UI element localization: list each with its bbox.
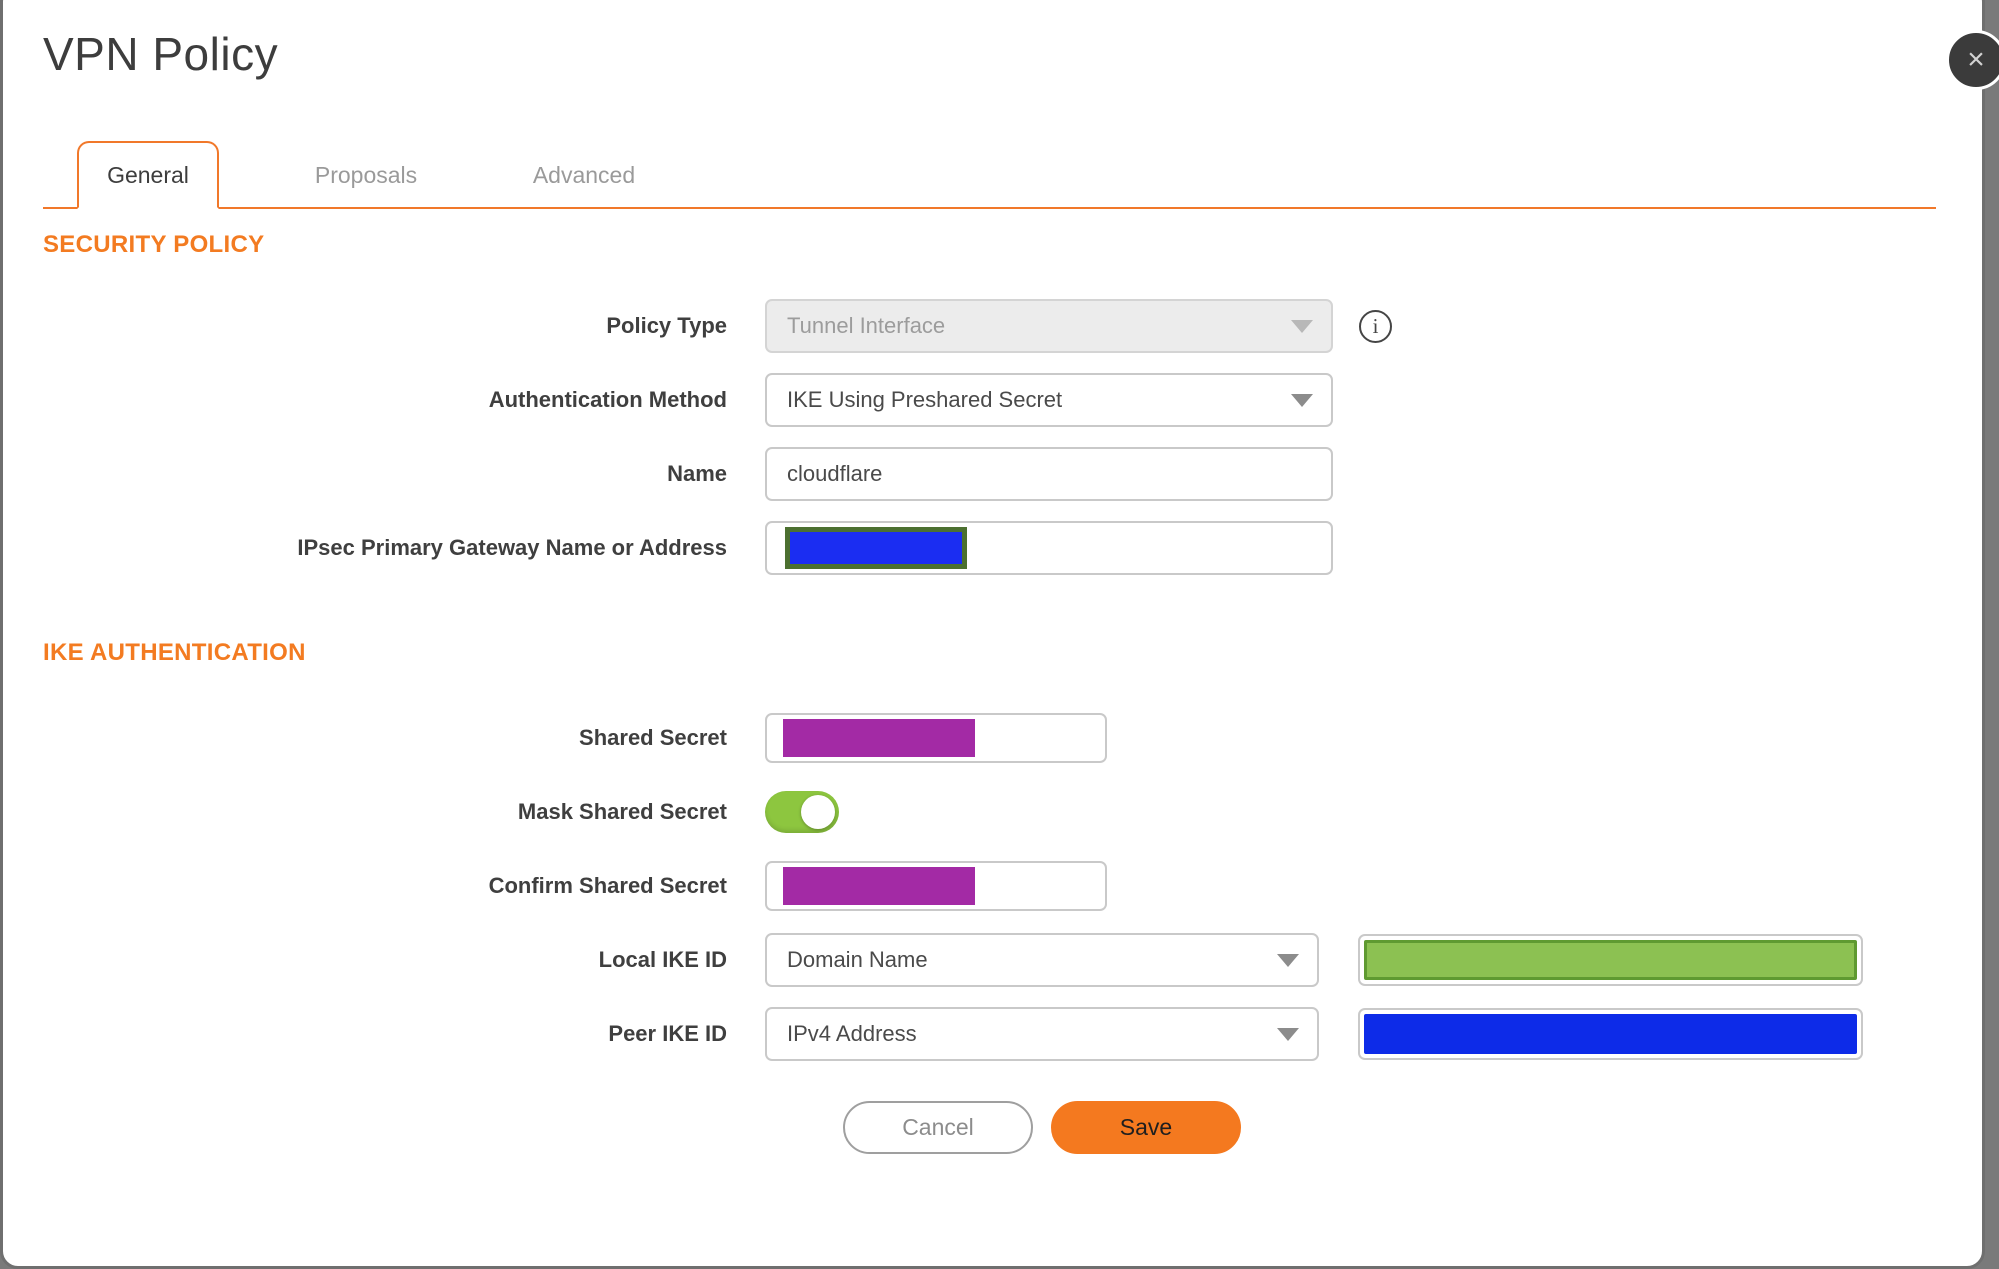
peer-ike-id-select[interactable]: IPv4 Address [765, 1007, 1319, 1061]
shared-secret-row: Shared Secret [3, 711, 1982, 765]
redacted-shared-secret-value [783, 719, 975, 757]
page-title: VPN Policy [43, 28, 279, 80]
policy-type-select: Tunnel Interface [765, 299, 1333, 353]
ike-authentication-form: Shared Secret Mask Shared Secret Confirm… [3, 711, 1982, 1061]
mask-shared-secret-toggle[interactable] [765, 791, 839, 833]
name-label: Name [667, 461, 727, 486]
vpn-policy-dialog: VPN Policy General Proposals Advanced SE… [0, 0, 1985, 1269]
tabbar: General Proposals Advanced [43, 139, 1936, 209]
dialog-actions: Cancel Save [843, 1101, 1982, 1154]
policy-type-value: Tunnel Interface [787, 313, 946, 338]
redacted-peer-ike-id-value [1364, 1014, 1857, 1054]
section-header-security-policy: SECURITY POLICY [43, 231, 265, 258]
local-ike-id-row: Local IKE ID Domain Name [3, 933, 1982, 987]
auth-method-label: Authentication Method [488, 387, 727, 412]
gateway-label: IPsec Primary Gateway Name or Address [297, 535, 727, 560]
gateway-input[interactable] [765, 521, 1333, 575]
policy-type-label: Policy Type [606, 313, 727, 338]
peer-ike-id-label: Peer IKE ID [608, 1021, 727, 1046]
redacted-gateway-value [785, 527, 967, 569]
confirm-shared-secret-row: Confirm Shared Secret [3, 859, 1982, 913]
peer-ike-id-type-value: IPv4 Address [787, 1021, 917, 1046]
mask-shared-secret-label: Mask Shared Secret [517, 799, 727, 824]
auth-method-value: IKE Using Preshared Secret [787, 387, 1063, 412]
chevron-down-icon [1291, 394, 1313, 407]
section-header-ike-authentication: IKE AUTHENTICATION [43, 639, 306, 666]
save-button[interactable]: Save [1051, 1101, 1241, 1154]
close-icon[interactable]: × [1946, 30, 1999, 90]
mask-shared-secret-row: Mask Shared Secret [3, 785, 1982, 839]
policy-type-row: Policy Type Tunnel Interface i [3, 299, 1982, 353]
info-icon[interactable]: i [1359, 309, 1392, 343]
shared-secret-input[interactable] [765, 713, 1107, 763]
chevron-down-icon [1277, 954, 1299, 967]
auth-method-select[interactable]: IKE Using Preshared Secret [765, 373, 1333, 427]
confirm-shared-secret-input[interactable] [765, 861, 1107, 911]
confirm-shared-secret-label: Confirm Shared Secret [488, 873, 727, 898]
security-policy-form: Policy Type Tunnel Interface i Authentic… [3, 299, 1982, 575]
tab-proposals[interactable]: Proposals [295, 141, 437, 209]
redacted-confirm-shared-secret-value [783, 867, 975, 905]
toggle-knob [801, 795, 835, 829]
shared-secret-label: Shared Secret [579, 725, 727, 750]
cancel-button[interactable]: Cancel [843, 1101, 1033, 1154]
peer-ike-id-input[interactable] [1358, 1008, 1863, 1060]
tab-advanced[interactable]: Advanced [513, 141, 655, 209]
chevron-down-icon [1291, 320, 1313, 333]
local-ike-id-label: Local IKE ID [598, 947, 727, 972]
redacted-local-ike-id-value [1364, 940, 1857, 980]
peer-ike-id-row: Peer IKE ID IPv4 Address [3, 1007, 1982, 1061]
name-row: Name cloudflare [3, 447, 1982, 501]
local-ike-id-input[interactable] [1358, 934, 1863, 986]
name-input[interactable]: cloudflare [765, 447, 1333, 501]
gateway-row: IPsec Primary Gateway Name or Address [3, 521, 1982, 575]
auth-method-row: Authentication Method IKE Using Preshare… [3, 373, 1982, 427]
name-value: cloudflare [787, 461, 883, 486]
chevron-down-icon [1277, 1028, 1299, 1041]
local-ike-id-type-value: Domain Name [787, 947, 928, 972]
tab-general[interactable]: General [77, 141, 219, 209]
local-ike-id-select[interactable]: Domain Name [765, 933, 1319, 987]
